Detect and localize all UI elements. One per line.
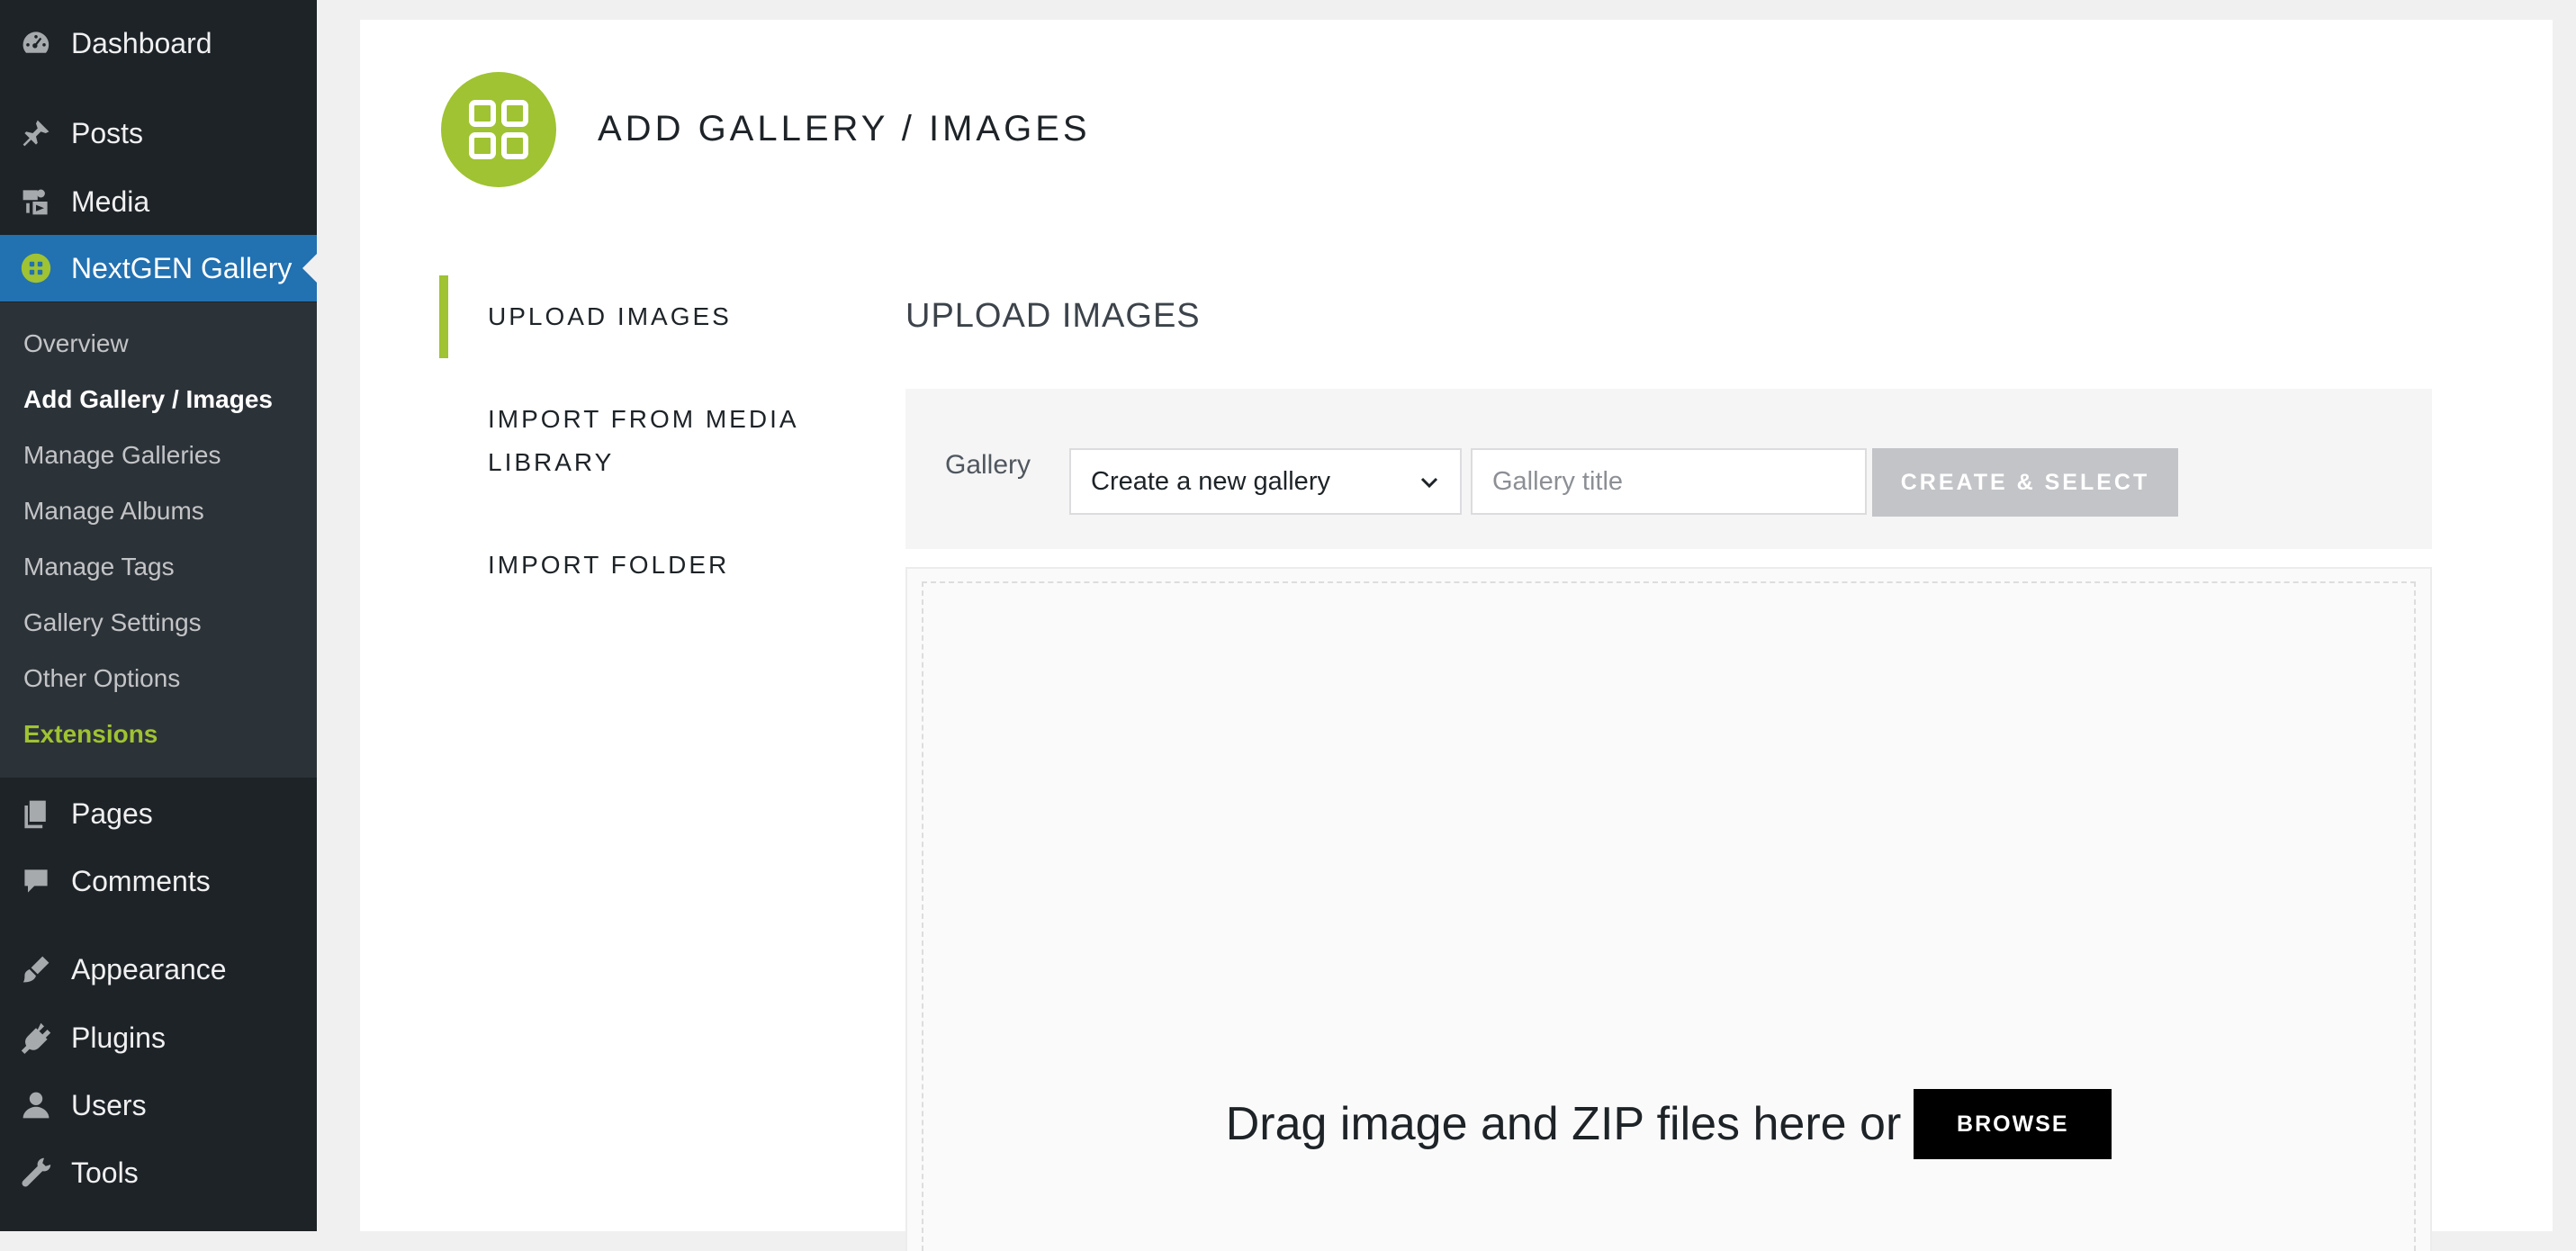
gallery-select[interactable]: Create a new gallery (1069, 448, 1462, 515)
main-panel: ADD GALLERY / IMAGES UPLOAD IMAGES IMPOR… (360, 20, 2553, 1251)
submenu-gallery-settings[interactable]: Gallery Settings (23, 605, 202, 641)
menu-item-label: Appearance (71, 952, 227, 986)
menu-item-label: Dashboard (71, 26, 212, 59)
menu-item-comments[interactable]: Comments (0, 852, 317, 910)
gallery-label: Gallery (945, 450, 1031, 480)
brush-icon (18, 951, 54, 987)
menu-item-label: Posts (71, 116, 144, 149)
menu-item-nextgen-gallery[interactable]: NextGEN Gallery (0, 235, 317, 302)
menu-item-label: NextGEN Gallery (71, 251, 293, 284)
submenu-add-gallery-images[interactable]: Add Gallery / Images (23, 382, 273, 418)
plug-icon (18, 1020, 54, 1056)
drop-zone[interactable]: Drag image and ZIP files here or BROWSE (922, 581, 2416, 1251)
submenu-overview[interactable]: Overview (23, 326, 129, 362)
submenu-manage-albums[interactable]: Manage Albums (23, 493, 204, 529)
submenu-manage-galleries[interactable]: Manage Galleries (23, 437, 221, 473)
nextgen-icon (18, 250, 54, 286)
active-arrow (302, 254, 317, 283)
gallery-select-value: Create a new gallery (1091, 466, 1330, 496)
menu-item-plugins[interactable]: Plugins (0, 1009, 317, 1066)
nextgen-submenu: Overview Add Gallery / Images Manage Gal… (0, 302, 317, 778)
menu-item-tools[interactable]: Tools (0, 1144, 317, 1202)
dashboard-icon (18, 25, 54, 61)
menu-item-dashboard[interactable]: Dashboard (0, 14, 317, 72)
tab-import-from-media-library[interactable]: IMPORT FROM MEDIA LIBRARY (488, 398, 830, 484)
pushpin-icon (18, 115, 54, 151)
menu-item-media[interactable]: Media (0, 173, 317, 230)
create-select-button[interactable]: CREATE & SELECT (1872, 448, 2178, 517)
menu-item-pages[interactable]: Pages (0, 785, 317, 842)
menu-item-appearance[interactable]: Appearance (0, 940, 317, 998)
menu-item-label: Tools (71, 1156, 139, 1189)
user-icon (18, 1087, 54, 1123)
menu-item-label: Comments (71, 864, 211, 897)
browse-button[interactable]: BROWSE (1914, 1089, 2112, 1159)
drop-prompt: Drag image and ZIP files here or BROWSE (923, 1089, 2414, 1159)
tab-import-folder[interactable]: IMPORT FOLDER (488, 544, 830, 587)
page-title: ADD GALLERY / IMAGES (598, 109, 1091, 148)
submenu-other-options[interactable]: Other Options (23, 661, 180, 697)
tab-upload-images[interactable]: UPLOAD IMAGES (488, 295, 830, 338)
media-icon (18, 184, 54, 220)
admin-sidebar: Dashboard Posts Media NextGEN Gallery Ov… (0, 0, 317, 1231)
menu-item-label: Users (71, 1088, 147, 1121)
pages-icon (18, 796, 54, 832)
chevron-down-icon (1420, 477, 1438, 489)
menu-item-label: Pages (71, 796, 153, 830)
comment-icon (18, 863, 54, 899)
menu-item-posts[interactable]: Posts (0, 104, 317, 162)
menu-item-users[interactable]: Users (0, 1076, 317, 1134)
menu-item-label: Media (71, 184, 150, 218)
wrench-icon (18, 1155, 54, 1191)
submenu-manage-tags[interactable]: Manage Tags (23, 549, 175, 585)
menu-item-label: Plugins (71, 1021, 166, 1054)
grid-icon (469, 100, 528, 159)
gallery-toolbar: Gallery Create a new gallery CREATE & SE… (905, 389, 2432, 549)
nextgen-logo (441, 72, 556, 187)
active-tab-indicator (439, 275, 448, 358)
gallery-title-input[interactable] (1471, 448, 1867, 515)
submenu-extensions[interactable]: Extensions (23, 716, 158, 752)
section-title: UPLOAD IMAGES (905, 297, 1201, 335)
upload-area: Drag image and ZIP files here or BROWSE (905, 567, 2432, 1251)
drop-text: Drag image and ZIP files here or (1225, 1098, 1902, 1150)
